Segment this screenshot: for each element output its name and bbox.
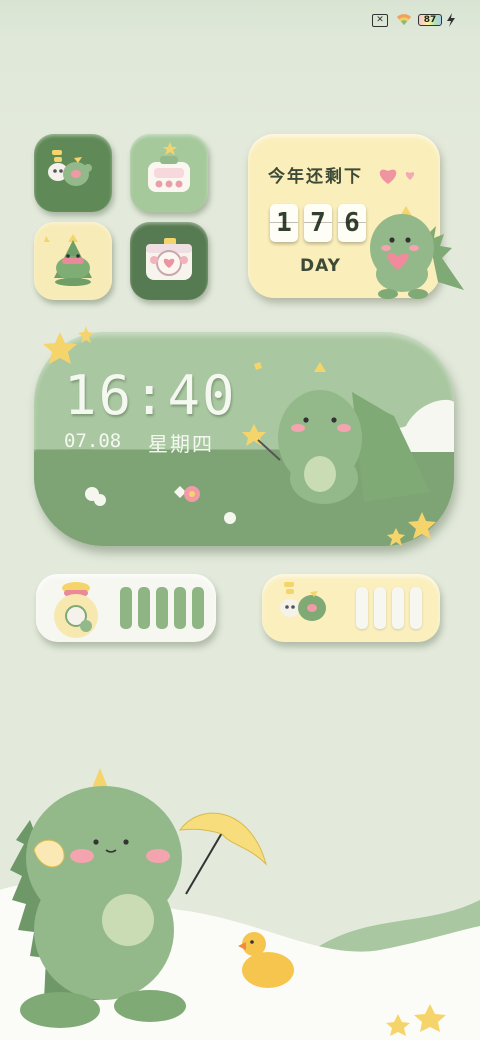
progress-bar-segment bbox=[120, 587, 132, 629]
battery-indicator: 87 bbox=[418, 14, 442, 26]
progress-widget-1[interactable] bbox=[36, 574, 216, 642]
dino-chat-icon bbox=[48, 150, 92, 186]
wifi-icon bbox=[397, 14, 411, 25]
countdown-title: 今年还剩下 bbox=[268, 167, 363, 187]
progress-bar-segment bbox=[174, 587, 186, 629]
wallpaper-dino-umbrella bbox=[0, 768, 480, 1040]
progress-widget-2[interactable] bbox=[262, 574, 440, 642]
sim-off-icon: ✕ bbox=[372, 14, 388, 27]
clock-date: 07.08 bbox=[64, 430, 122, 452]
app-icon-camera[interactable] bbox=[130, 222, 208, 300]
hearts-icon bbox=[379, 169, 415, 184]
progress-bar-segment bbox=[138, 587, 150, 629]
progress-bar-segment bbox=[356, 587, 368, 629]
dino-chat-icon bbox=[280, 582, 326, 621]
countdown-unit: DAY bbox=[300, 256, 341, 276]
countdown-digit: 7 bbox=[304, 204, 332, 242]
app-icon-toaster[interactable] bbox=[130, 134, 208, 212]
countdown-digit: 6 bbox=[338, 204, 366, 242]
status-bar: ✕ 87 bbox=[0, 0, 480, 40]
app-icon-chat[interactable] bbox=[34, 134, 112, 212]
progress-bar-segment bbox=[410, 587, 422, 629]
dino-camera-icon bbox=[146, 238, 192, 280]
dino-toaster-icon bbox=[148, 142, 190, 192]
charging-bolt-icon bbox=[447, 13, 455, 27]
clock-time: 16:40 bbox=[64, 364, 237, 427]
progress-bar-segment bbox=[192, 587, 204, 629]
dino-tree-icon bbox=[44, 234, 92, 286]
progress-bar-segment bbox=[156, 587, 168, 629]
progress-bar-segment bbox=[374, 587, 386, 629]
app-icon-tree[interactable] bbox=[34, 222, 112, 300]
star-icon bbox=[43, 326, 94, 364]
clock-weekday: 星期四 bbox=[148, 432, 214, 456]
countdown-digit: 1 bbox=[270, 204, 298, 242]
star-icon bbox=[387, 512, 436, 546]
dino-heart-icon bbox=[370, 206, 464, 299]
money-bag-icon bbox=[54, 582, 98, 638]
progress-bar-segment bbox=[392, 587, 404, 629]
